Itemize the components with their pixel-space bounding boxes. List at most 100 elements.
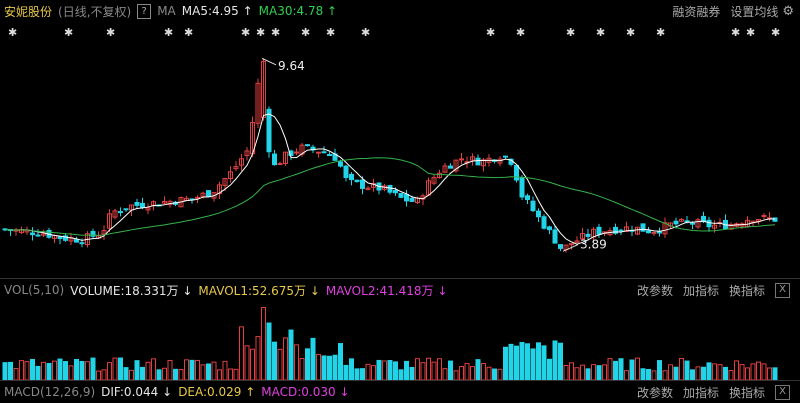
volume-bar [387, 360, 393, 380]
candle-body [321, 151, 327, 154]
volume-bar [189, 359, 195, 380]
volume-bar [19, 360, 24, 380]
volume-bar [13, 368, 19, 380]
candle-body [140, 202, 145, 209]
gear-icon[interactable]: ⚙ [782, 4, 794, 19]
volume-bar [68, 365, 74, 380]
volume-close-icon[interactable]: X [775, 282, 790, 298]
macd-value: MACD:0.030 ↓ [261, 385, 350, 399]
volume-bar [63, 361, 68, 380]
volume-switch-indicator-button[interactable]: 换指标 [729, 282, 765, 299]
set-ma-button[interactable]: 设置均线 [730, 3, 778, 20]
candle-body [618, 229, 624, 232]
volume-bar [371, 365, 376, 380]
candle-body [316, 151, 321, 154]
volume-bar [79, 360, 85, 380]
event-marker-icon: ✱ [271, 26, 280, 39]
volume-bar [239, 326, 244, 380]
volume-bar [547, 358, 552, 380]
candle-body [541, 216, 547, 229]
volume-bar [299, 358, 305, 380]
event-marker-icon: ✱ [64, 26, 73, 39]
volume-bar [228, 368, 233, 380]
volume-bar [145, 361, 151, 380]
volume-bar [409, 366, 415, 380]
macd-switch-indicator-button[interactable]: 换指标 [729, 384, 765, 401]
volume-bar [558, 342, 563, 380]
candle-body [294, 151, 299, 154]
candle-body [459, 158, 464, 161]
volume-bar [360, 368, 365, 380]
event-marker-icon: ✱ [516, 26, 525, 39]
volume-bar [420, 362, 426, 380]
volume-bar [431, 361, 437, 380]
volume-bar [613, 360, 618, 380]
volume-bar [200, 364, 206, 380]
volume-bar [635, 357, 640, 380]
candle-body [475, 157, 481, 166]
ma30-line [4, 157, 776, 236]
volume-bar [717, 364, 723, 380]
volume-bar [701, 366, 706, 380]
volume-bar [668, 364, 673, 380]
candle-body [327, 153, 332, 157]
candle-body [123, 208, 129, 211]
margin-trading-button[interactable]: 融资融券 [672, 3, 720, 20]
volume-bar [404, 360, 409, 380]
macd-add-indicator-button[interactable]: 加指标 [683, 384, 719, 401]
volume-bar [96, 370, 101, 380]
volume-add-indicator-button[interactable]: 加指标 [683, 282, 719, 299]
period-label: (日线,不复权) [58, 4, 132, 19]
macd-indicator-label[interactable]: MACD(12,26,9) [4, 385, 95, 399]
volume-bar [24, 361, 30, 380]
candle-body [195, 196, 200, 199]
volume-bar [728, 370, 734, 380]
volume-bar [277, 348, 283, 380]
stock-name: 安妮股份 [4, 4, 53, 19]
volume-bar [415, 358, 420, 380]
volume-bar [140, 366, 145, 380]
candle-body [272, 153, 277, 166]
volume-bar [569, 362, 574, 380]
volume-chart[interactable] [0, 300, 800, 380]
event-marker-icon: ✱ [184, 26, 193, 39]
candle-body [536, 210, 541, 218]
volume-bar [316, 354, 321, 380]
event-marker-icon: ✱ [361, 26, 370, 39]
volume-header: VOL(5,10) VOLUME:18.331万 ↓ MAVOL1:52.675… [0, 278, 800, 301]
candle-body [354, 179, 360, 183]
volume-bar [167, 359, 173, 380]
candle-body [74, 239, 79, 243]
candle-body [646, 230, 651, 234]
volume-bar [217, 369, 222, 380]
ma5-value: MA5:4.95 ↑ [181, 4, 253, 18]
volume-bar [255, 336, 261, 380]
volume-bar [35, 365, 41, 380]
candle-body [349, 173, 354, 181]
volume-bar [673, 366, 679, 380]
macd-change-params-button[interactable]: 改参数 [637, 384, 673, 401]
volume-bar [162, 367, 167, 380]
volume-bar [712, 363, 717, 380]
volume-bar [107, 362, 112, 380]
volume-bar [448, 360, 453, 380]
volume-bar [426, 357, 431, 380]
volume-bar [481, 363, 486, 380]
high-price-label: 9.64 [278, 59, 305, 73]
volume-indicator-label[interactable]: VOL(5,10) [4, 283, 64, 297]
volume-bar [393, 361, 398, 380]
ma-label[interactable]: MA [157, 4, 176, 18]
candle-body [305, 144, 310, 147]
volume-bar [508, 343, 514, 380]
volume-bar [52, 360, 57, 380]
volume-bar [283, 337, 288, 380]
macd-close-icon[interactable]: X [775, 384, 790, 400]
volume-bar [349, 358, 354, 380]
help-button[interactable]: ? [137, 3, 152, 19]
volume-bar [607, 358, 613, 380]
volume-bar [222, 360, 228, 380]
candle-body [404, 193, 409, 202]
volume-change-params-button[interactable]: 改参数 [637, 282, 673, 299]
price-chart[interactable]: ✱ ✱ ✱ ✱ ✱ ✱ ✱ ✱ ✱ ✱ ✱ ✱ ✱ ✱ ✱ ✱ ✱ ✱ ✱ ✱ 9.64 3.89 [0, 22, 800, 278]
volume-bar [178, 369, 184, 380]
